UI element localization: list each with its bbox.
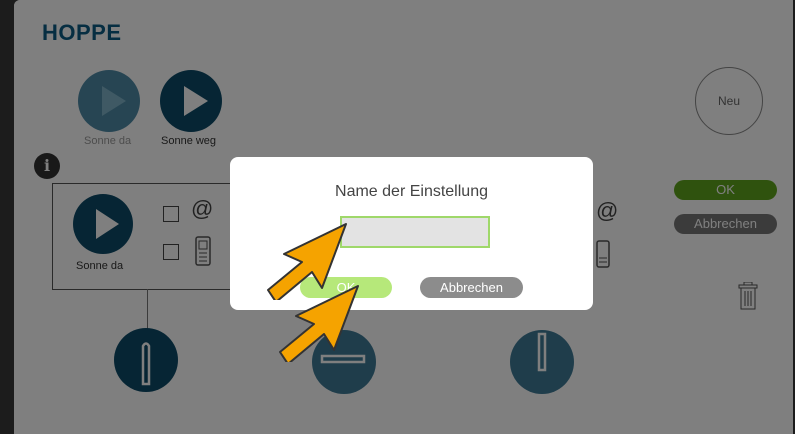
- app-window: HOPPE Sonne da Sonne weg i Sonne da @: [14, 0, 793, 434]
- dialog-cancel-button[interactable]: Abbrechen: [420, 277, 523, 298]
- pointer-arrow-icon: [279, 285, 359, 362]
- setting-name-input[interactable]: [340, 216, 490, 248]
- dialog-title: Name der Einstellung: [335, 183, 488, 200]
